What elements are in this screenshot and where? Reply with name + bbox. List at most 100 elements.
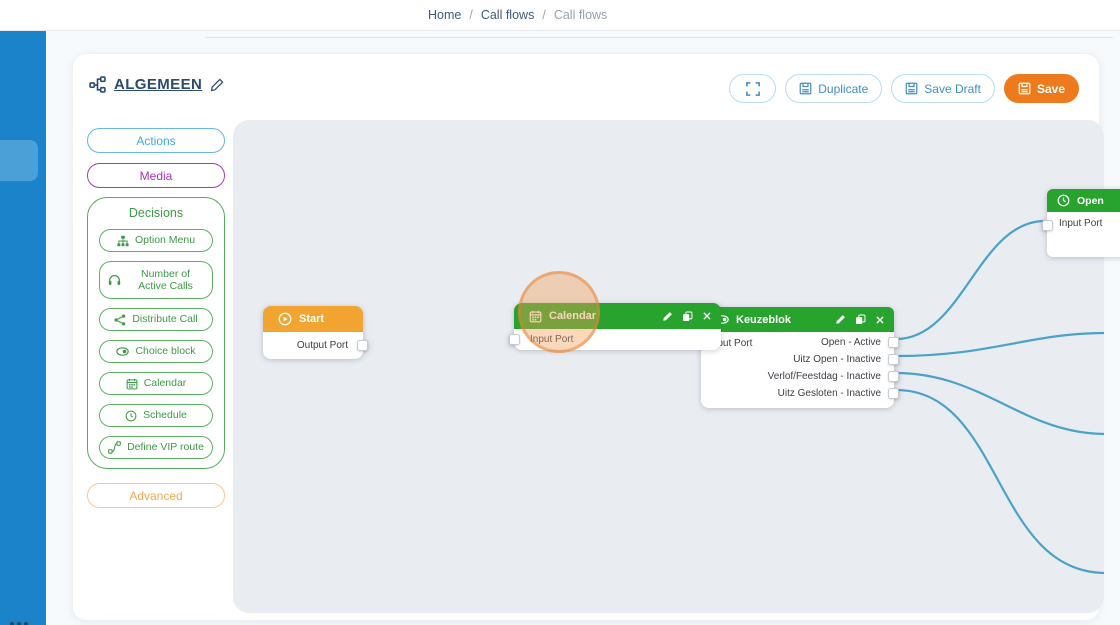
palette-item-number-of-active-calls[interactable]: Number of Active Calls [99,261,213,299]
palette-item-distribute-call[interactable]: Distribute Call [99,308,213,331]
output-port-label: Verlof/Feestdag - Inactive [768,371,881,382]
edit-pencil-icon[interactable] [662,311,673,322]
palette-item-label: Distribute Call [132,313,197,325]
node-start-body: Output Port [263,332,363,359]
topbar-shadow-line [205,37,1113,38]
palette-group-actions[interactable]: Actions [87,128,225,153]
palette-item-calendar[interactable]: Calendar [99,372,213,395]
connection-line [896,333,1104,356]
node-open-header[interactable]: Open [1047,189,1120,212]
clock-icon [1057,194,1070,207]
node-actions [662,311,712,322]
connection-line [896,221,1045,339]
rail-active-item[interactable] [0,140,38,181]
headset-icon [108,274,121,287]
sitemap-icon [117,235,129,247]
node-calendar-header[interactable]: Calendar [514,303,721,329]
copy-icon[interactable] [855,314,866,325]
output-port-row: Verlof/Feestdag - Inactive [701,368,894,385]
clock-icon [125,410,137,422]
decisions-title: Decisions [88,206,224,220]
palette-group-advanced[interactable]: Advanced [87,483,225,508]
save-draft-button[interactable]: Save Draft [891,74,995,103]
save-icon [1018,82,1031,95]
node-title: Calendar [549,310,596,322]
port-checkbox[interactable] [888,371,899,382]
palette-item-label: Calendar [144,377,187,389]
port-checkbox[interactable] [888,337,899,348]
node-calendar-body: Input Port [514,329,721,350]
output-port-label: Uitz Gesloten - Inactive [778,388,881,399]
palette-item-define-vip-route[interactable]: Define VIP route [99,436,213,459]
output-port-label: Open - Active [821,337,881,348]
node-title: Open [1077,195,1104,207]
save-draft-label: Save Draft [924,82,981,96]
edit-pencil-icon[interactable] [835,314,846,325]
breadcrumb: Home / Call flows / Call flows [428,0,607,30]
flow-name-link[interactable]: ALGEMEEN [114,76,202,93]
breadcrumb-separator: / [542,8,545,22]
save-button[interactable]: Save [1004,74,1079,103]
save-label: Save [1037,82,1065,96]
port-checkbox[interactable] [509,334,520,345]
output-port-label: Uitz Open - Inactive [793,354,881,365]
edit-pencil-icon[interactable] [210,78,224,92]
node-keuzeblok-body: Input Port Open - Active Uitz Open - Ina… [701,332,894,408]
connection-lines [233,120,1104,613]
output-port-row: Uitz Gesloten - Inactive [701,385,894,402]
node-title: Keuzeblok [736,314,791,326]
output-port-row: Uitz Open - Inactive [701,351,894,368]
palette-item-choice-block[interactable]: Choice block [99,340,213,363]
toggle-icon [116,345,129,358]
flow-icon [89,76,106,93]
flow-canvas[interactable]: Start Output Port Calendar [233,120,1104,613]
connection-line [896,390,1104,573]
close-icon[interactable] [875,315,885,325]
port-checkbox[interactable] [357,340,368,351]
copy-icon[interactable] [682,311,693,322]
input-port-label: Input Port [530,334,573,345]
port-checkbox[interactable] [888,388,899,399]
breadcrumb-call-flows[interactable]: Call flows [481,8,535,22]
palette-item-label: Define VIP route [127,441,204,453]
node-open-body: Input Port [1047,212,1120,257]
fullscreen-icon [746,82,760,96]
flow-editor-card: ALGEMEEN Duplicate Save Draf [72,53,1100,621]
duplicate-button[interactable]: Duplicate [785,74,882,103]
page: Home / Call flows / Call flows ALGEMEEN [0,0,1120,625]
palette-group-media[interactable]: Media [87,163,225,188]
connection-line [896,373,1104,434]
palette-item-label: Choice block [135,345,195,357]
calendar-icon [126,378,138,390]
toolbar: Duplicate Save Draft Save [729,74,1079,103]
save-draft-icon [905,82,918,95]
port-checkbox[interactable] [888,354,899,365]
node-open[interactable]: Open Input Port [1047,189,1120,257]
fullscreen-button[interactable] [729,74,776,103]
play-icon [278,312,292,326]
input-port-label: Input Port [1059,218,1102,229]
left-nav-rail[interactable] [0,31,46,625]
node-actions [835,314,885,325]
duplicate-icon [799,82,812,95]
palette-group-decisions: Decisions Option Menu Number of Active C… [87,197,225,469]
palette-item-label: Number of Active Calls [127,268,205,292]
palette-item-option-menu[interactable]: Option Menu [99,229,213,252]
breadcrumb-home[interactable]: Home [428,8,461,22]
output-port-row: Open - Active [701,334,894,351]
close-icon[interactable] [702,311,712,321]
node-keuzeblok-header[interactable]: Keuzeblok [701,307,894,332]
node-start[interactable]: Start Output Port [263,306,363,359]
palette-item-schedule[interactable]: Schedule [99,404,213,427]
port-checkbox[interactable] [1042,220,1053,231]
node-title: Start [299,313,324,325]
node-calendar[interactable]: Calendar Input P [514,303,721,350]
calendar-icon [529,310,542,323]
palette-item-label: Option Menu [135,234,195,246]
node-start-header[interactable]: Start [263,306,363,332]
share-icon [114,314,126,326]
flow-title-group: ALGEMEEN [89,76,224,93]
breadcrumb-current: Call flows [554,8,608,22]
topbar: Home / Call flows / Call flows [0,0,1120,31]
node-keuzeblok[interactable]: Keuzeblok Input Port [701,307,894,408]
